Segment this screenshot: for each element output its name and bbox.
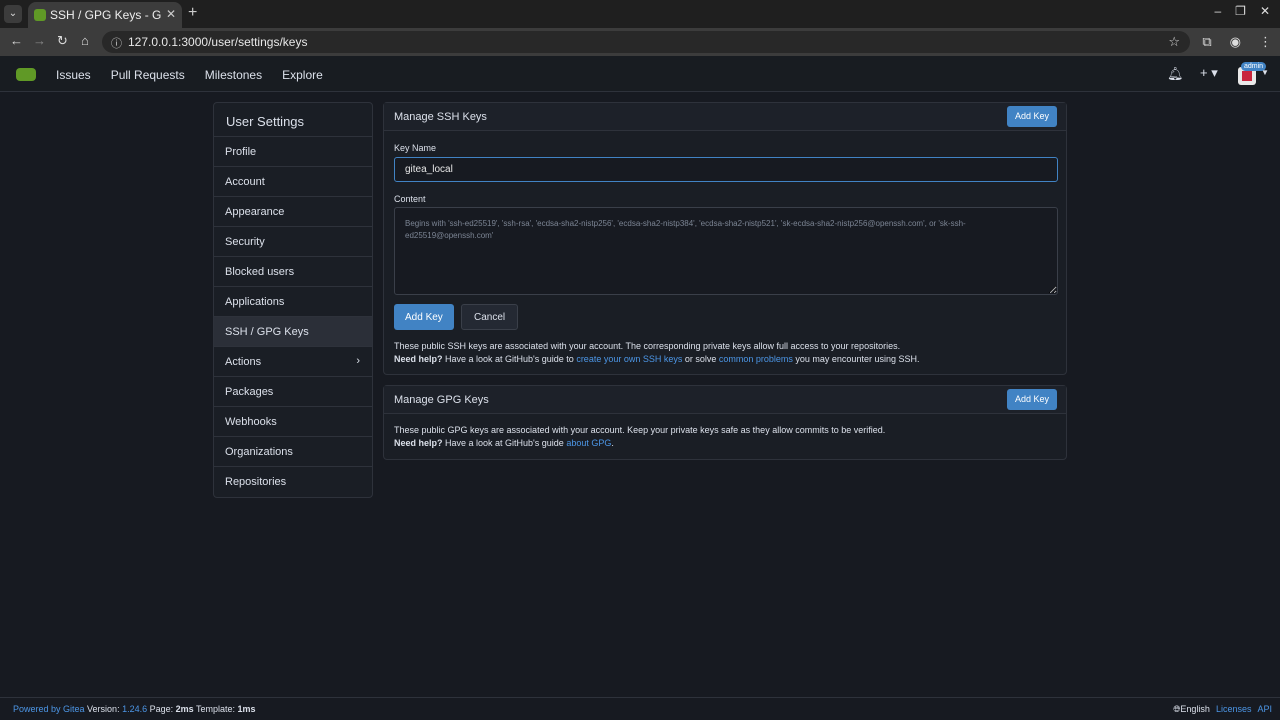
nav-milestones[interactable]: Milestones — [205, 68, 262, 82]
sidebar-item-applications[interactable]: Applications — [214, 287, 372, 317]
reload-icon[interactable]: ↻ — [57, 33, 68, 49]
browser-tabstrip: ⌄ SSH / GPG Keys - Gitea ✕ + – ❐ ✕ — [0, 0, 1280, 28]
address-bar[interactable]: ⓘ 127.0.0.1:3000/user/settings/keys ☆ — [102, 31, 1190, 53]
gitea-logo-icon[interactable] — [16, 68, 36, 81]
help-text: Have a look at GitHub's guide to — [442, 354, 577, 364]
gpg-info-text: These public GPG keys are associated wit… — [394, 425, 886, 435]
extensions-icon[interactable]: ⧉ — [1202, 34, 1211, 50]
chevron-right-icon: › — [356, 355, 360, 367]
ssh-add-key-header-button[interactable]: Add Key — [1006, 106, 1057, 127]
sidebar-item-packages[interactable]: Packages — [214, 377, 372, 407]
tab-close-icon[interactable]: ✕ — [166, 7, 176, 21]
ssh-keys-panel: Manage SSH Keys Add Key Key Name Content… — [383, 102, 1067, 375]
help-text: you may encounter using SSH. — [792, 354, 920, 364]
bookmark-star-icon[interactable]: ☆ — [1168, 34, 1180, 50]
gpg-keys-panel: Manage GPG Keys Add Key These public GPG… — [383, 385, 1067, 460]
sidebar-item-account[interactable]: Account — [214, 167, 372, 197]
notifications-bell-icon[interactable]: 🔔︎ — [1167, 66, 1184, 82]
gitea-favicon-icon — [34, 9, 46, 21]
sidebar-item-blocked-users[interactable]: Blocked users — [214, 257, 372, 287]
nav-issues[interactable]: Issues — [56, 68, 91, 82]
help-text: . — [611, 438, 614, 448]
ssh-info-text: These public SSH keys are associated wit… — [394, 341, 901, 351]
help-bold: Need help? — [394, 354, 443, 364]
add-key-submit-button[interactable]: Add Key — [394, 304, 454, 330]
gpg-add-key-header-button[interactable]: Add Key — [1006, 389, 1057, 410]
powered-by-link[interactable]: Powered by Gitea — [13, 704, 85, 714]
window-controls: – ❐ ✕ — [1214, 4, 1280, 18]
sidebar-item-security[interactable]: Security — [214, 227, 372, 257]
gpg-panel-title: Manage GPG Keys — [394, 394, 489, 406]
close-window-icon[interactable]: ✕ — [1260, 4, 1270, 18]
ssh-help-text: Need help? Have a look at GitHub's guide… — [394, 354, 919, 364]
sidebar-header: User Settings — [214, 103, 372, 137]
template-time: 1ms — [237, 704, 256, 714]
profile-icon[interactable]: ◉ — [1230, 34, 1241, 50]
home-icon[interactable]: ⌂ — [81, 33, 89, 48]
api-link[interactable]: API — [1257, 704, 1272, 715]
create-ssh-keys-link[interactable]: create your own SSH keys — [576, 354, 682, 364]
tab-search-button[interactable]: ⌄ — [4, 5, 22, 23]
sidebar-item-label: Actions — [225, 356, 262, 368]
sidebar-item-appearance[interactable]: Appearance — [214, 197, 372, 227]
help-bold: Need help? — [394, 438, 443, 448]
sidebar-item-profile[interactable]: Profile — [214, 137, 372, 167]
sidebar-item-webhooks[interactable]: Webhooks — [214, 407, 372, 437]
key-name-label: Key Name — [394, 143, 437, 153]
version-link[interactable]: 1.24.6 — [122, 704, 147, 714]
content-label: Content — [394, 194, 426, 204]
browser-menu-icon[interactable]: ⋮ — [1259, 34, 1272, 50]
forward-icon[interactable]: → — [33, 33, 46, 48]
gpg-help-text: Need help? Have a look at GitHub's guide… — [394, 438, 614, 448]
sidebar-item-repositories[interactable]: Repositories — [214, 467, 372, 497]
gitea-navbar: Issues Pull Requests Milestones Explore … — [0, 56, 1280, 92]
browser-toolbar: ← → ↻ ⌂ ⓘ 127.0.0.1:3000/user/settings/k… — [0, 28, 1280, 56]
nav-explore[interactable]: Explore — [282, 68, 323, 82]
language-label: English — [1180, 704, 1210, 714]
page-time: 2ms — [175, 704, 194, 714]
user-menu-caret-icon[interactable]: ▼ — [1261, 68, 1269, 77]
new-tab-button[interactable]: + — [188, 4, 197, 22]
language-selector[interactable]: 🌐︎English — [1173, 704, 1210, 715]
help-text: or solve — [682, 354, 719, 364]
settings-sidebar: User Settings Profile Account Appearance… — [213, 102, 373, 498]
version-label: Version: — [84, 704, 123, 714]
licenses-link[interactable]: Licenses — [1216, 704, 1252, 715]
sidebar-item-actions[interactable]: Actions › — [214, 347, 372, 377]
key-content-textarea[interactable] — [394, 207, 1058, 295]
page-footer: Powered by Gitea Version: 1.24.6 Page: 2… — [0, 697, 1280, 720]
browser-tab[interactable]: SSH / GPG Keys - Gitea ✕ — [28, 2, 182, 28]
minimize-icon[interactable]: – — [1214, 4, 1221, 18]
sidebar-item-organizations[interactable]: Organizations — [214, 437, 372, 467]
tab-title: SSH / GPG Keys - Gitea — [50, 8, 162, 22]
site-info-icon[interactable]: ⓘ — [111, 35, 122, 51]
maximize-icon[interactable]: ❐ — [1235, 4, 1246, 18]
create-new-dropdown-icon[interactable]: + ▾ — [1200, 65, 1218, 81]
key-name-input[interactable] — [394, 157, 1058, 182]
template-label: Template: — [193, 704, 238, 714]
back-icon[interactable]: ← — [10, 33, 23, 48]
cancel-button[interactable]: Cancel — [461, 304, 519, 330]
sidebar-item-ssh-gpg-keys[interactable]: SSH / GPG Keys — [214, 317, 372, 347]
page-label: Page: — [147, 704, 176, 714]
ssh-panel-title: Manage SSH Keys — [394, 111, 487, 123]
about-gpg-link[interactable]: about GPG — [566, 438, 611, 448]
nav-pull-requests[interactable]: Pull Requests — [111, 68, 185, 82]
url-text[interactable]: 127.0.0.1:3000/user/settings/keys — [128, 35, 307, 49]
common-problems-link[interactable]: common problems — [719, 354, 793, 364]
help-text: Have a look at GitHub's guide — [442, 438, 567, 448]
